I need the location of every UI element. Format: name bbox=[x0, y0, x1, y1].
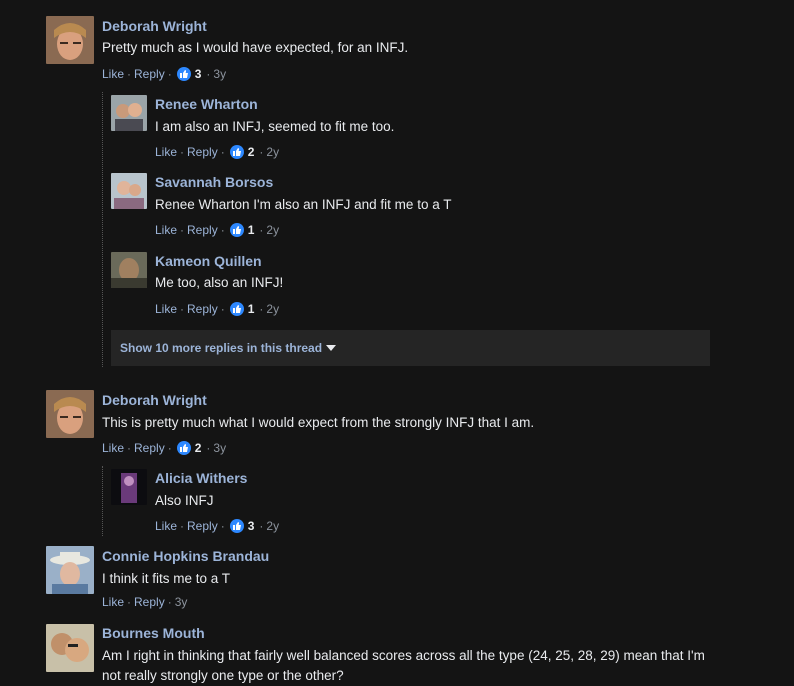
avatar[interactable] bbox=[46, 390, 94, 438]
avatar[interactable] bbox=[111, 469, 147, 505]
like-link[interactable]: Like bbox=[102, 67, 124, 81]
comment-actions: Like · Reply · 1 · 2y bbox=[155, 223, 280, 237]
comment-actions: Like · Reply · 2 · 3y bbox=[102, 441, 227, 455]
thumbs-up-icon[interactable] bbox=[229, 302, 244, 316]
comment-text: Am I right in thinking that fairly well … bbox=[102, 648, 705, 683]
comment-text: Pretty much as I would have expected, fo… bbox=[102, 40, 409, 55]
reaction-count[interactable]: 1 bbox=[248, 223, 255, 237]
avatar[interactable] bbox=[111, 95, 147, 131]
comment-text: I think it fits me to a T bbox=[102, 571, 231, 586]
comment-actions: Like · Reply · 3 · 2y bbox=[155, 519, 280, 533]
reaction-count[interactable]: 2 bbox=[195, 441, 202, 455]
comment-author[interactable]: Connie Hopkins Brandau bbox=[102, 548, 269, 564]
timestamp[interactable]: 3y bbox=[213, 441, 226, 455]
timestamp[interactable]: 3y bbox=[213, 67, 226, 81]
comment-author[interactable]: Savannah Borsos bbox=[155, 174, 273, 190]
like-link[interactable]: Like bbox=[155, 223, 177, 237]
avatar[interactable] bbox=[46, 546, 94, 594]
comment-author[interactable]: Bournes Mouth bbox=[102, 625, 205, 641]
thumbs-up-icon[interactable] bbox=[229, 145, 244, 159]
thumbs-up-icon[interactable] bbox=[229, 223, 244, 237]
avatar[interactable] bbox=[111, 173, 147, 209]
comment-text: I am also an INFJ, seemed to fit me too. bbox=[155, 119, 395, 134]
reaction-count[interactable]: 3 bbox=[195, 67, 202, 81]
avatar[interactable] bbox=[46, 16, 94, 64]
like-link[interactable]: Like bbox=[155, 302, 177, 316]
reaction-count[interactable]: 1 bbox=[248, 302, 255, 316]
thread-line bbox=[102, 92, 103, 367]
avatar[interactable] bbox=[111, 252, 147, 288]
timestamp[interactable]: 2y bbox=[266, 302, 279, 316]
comment-text: Me too, also an INFJ! bbox=[155, 275, 284, 290]
reply-link[interactable]: Reply bbox=[134, 67, 165, 81]
timestamp[interactable]: 2y bbox=[266, 145, 279, 159]
thread-line bbox=[102, 466, 103, 536]
avatar[interactable] bbox=[46, 624, 94, 672]
like-link[interactable]: Like bbox=[155, 519, 177, 533]
comment-actions: Like · Reply · 1 · 2y bbox=[155, 302, 280, 316]
comment-author[interactable]: Deborah Wright bbox=[102, 18, 207, 34]
comment-author[interactable]: Alicia Withers bbox=[155, 470, 247, 486]
reply-link[interactable]: Reply bbox=[187, 519, 218, 533]
timestamp[interactable]: 3y bbox=[175, 595, 188, 609]
comment-text: Also INFJ bbox=[155, 493, 214, 508]
comment-text: This is pretty much what I would expect … bbox=[102, 415, 535, 430]
reply-link[interactable]: Reply bbox=[134, 595, 165, 609]
comment-actions: Like · Reply · 3 · 3y bbox=[102, 67, 227, 81]
reply-link[interactable]: Reply bbox=[187, 223, 218, 237]
comment-author[interactable]: Deborah Wright bbox=[102, 392, 207, 408]
comment-actions: Like · Reply · 2 · 2y bbox=[155, 145, 280, 159]
show-more-replies-button[interactable]: Show 10 more replies in this thread bbox=[111, 330, 710, 366]
like-link[interactable]: Like bbox=[155, 145, 177, 159]
reply-link[interactable]: Reply bbox=[134, 441, 165, 455]
comment-text: Renee Wharton I'm also an INFJ and fit m… bbox=[155, 197, 452, 212]
like-link[interactable]: Like bbox=[102, 595, 124, 609]
thumbs-up-icon[interactable] bbox=[176, 67, 191, 81]
like-link[interactable]: Like bbox=[102, 441, 124, 455]
comment-author[interactable]: Kameon Quillen bbox=[155, 253, 262, 269]
comment-actions: Like · Reply · 3y bbox=[102, 595, 188, 609]
thumbs-up-icon[interactable] bbox=[229, 519, 244, 533]
reply-link[interactable]: Reply bbox=[187, 302, 218, 316]
timestamp[interactable]: 2y bbox=[266, 519, 279, 533]
reply-link[interactable]: Reply bbox=[187, 145, 218, 159]
reaction-count[interactable]: 2 bbox=[248, 145, 255, 159]
caret-down-icon bbox=[326, 345, 337, 351]
show-more-label: Show 10 more replies in this thread bbox=[120, 341, 323, 355]
timestamp[interactable]: 2y bbox=[266, 223, 279, 237]
reaction-count[interactable]: 3 bbox=[248, 519, 255, 533]
thumbs-up-icon[interactable] bbox=[176, 441, 191, 455]
comment-author[interactable]: Renee Wharton bbox=[155, 96, 258, 112]
